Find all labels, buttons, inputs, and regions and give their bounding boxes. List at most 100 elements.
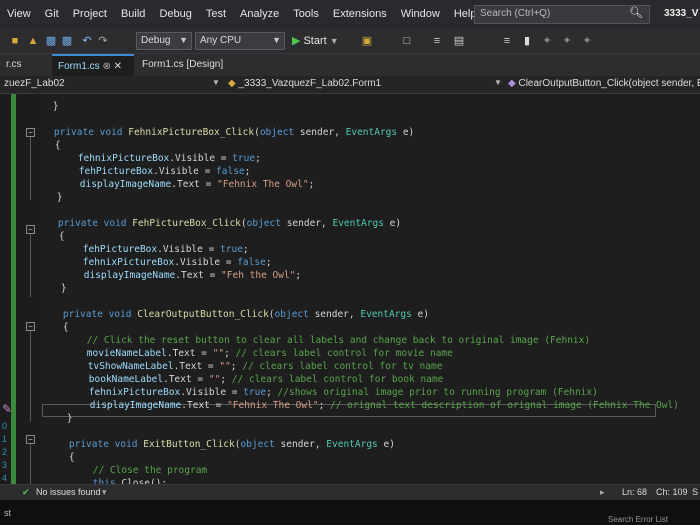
code-line[interactable]: displayImageName.Text = "Fehnix The Owl"… xyxy=(44,399,679,412)
issues-status[interactable]: No issues found xyxy=(36,487,101,497)
code-token: fehnixPictureBox xyxy=(37,257,175,268)
filter-icon[interactable]: ▾ xyxy=(102,487,107,498)
search-icon[interactable]: 🔍︎ xyxy=(624,6,648,23)
scroll-right-icon[interactable]: ▸ xyxy=(600,487,605,498)
code-token: private void xyxy=(40,309,138,320)
close-icon[interactable]: ✕ xyxy=(114,61,122,72)
code-line[interactable]: movieNameLabel.Text = ""; // clears labe… xyxy=(41,347,453,360)
menu-item-git[interactable]: Git xyxy=(38,8,66,20)
code-token: EventArgs xyxy=(332,218,384,229)
code-line[interactable]: { xyxy=(36,230,65,243)
clear-bookmarks-icon[interactable]: ✦ xyxy=(580,34,594,48)
code-line[interactable]: { xyxy=(40,321,69,334)
menu-item-analyze[interactable]: Analyze xyxy=(233,8,286,20)
tab-other-file[interactable]: r.cs xyxy=(0,54,28,76)
menu-item-view[interactable]: View xyxy=(0,8,38,20)
config-dropdown[interactable]: Debug ▼ xyxy=(136,32,192,50)
menu-item-test[interactable]: Test xyxy=(199,8,233,20)
code-token: .Visible = xyxy=(153,166,217,177)
play-icon: ▶ xyxy=(292,35,301,47)
member-dropdown[interactable]: ◆ ClearOutputButton_Click(object sender,… xyxy=(504,78,700,92)
menu-item-window[interactable]: Window xyxy=(394,8,447,20)
code-line[interactable]: this.Close(); xyxy=(47,477,167,484)
browser-icon[interactable]: ▣ xyxy=(360,34,374,48)
undo-icon[interactable]: ↶ xyxy=(80,34,94,48)
code-line[interactable]: } xyxy=(44,412,73,425)
code-line[interactable]: fehnixPictureBox.Visible = true; xyxy=(32,152,261,165)
code-line[interactable]: private void FehnixPictureBox_Click(obje… xyxy=(31,126,414,139)
collapse-icon[interactable]: − xyxy=(26,322,35,331)
comment-icon[interactable]: ≡ xyxy=(500,34,514,48)
prev-bookmark-icon[interactable]: ✦ xyxy=(540,34,554,48)
code-token: // Close the program xyxy=(47,465,208,476)
code-token: fehnixPictureBox xyxy=(43,387,181,398)
code-token: //shows original image prior to running … xyxy=(277,387,598,398)
error-list-search[interactable]: Search Error List xyxy=(608,515,668,524)
code-line[interactable]: tvShowNameLabel.Text = ""; // clears lab… xyxy=(42,360,443,373)
code-line[interactable]: fehnixPictureBox.Visible = false; xyxy=(37,256,272,269)
code-token: ExitButton_Click xyxy=(143,439,235,450)
code-line[interactable]: } xyxy=(38,282,67,295)
code-line[interactable]: } xyxy=(34,191,63,204)
collapse-icon[interactable]: − xyxy=(26,225,35,234)
code-token: .Visible = xyxy=(169,153,233,164)
chevron-down-icon: ▼ xyxy=(329,36,339,46)
chevron-down-icon: ▼ xyxy=(494,78,502,87)
menu-item-debug[interactable]: Debug xyxy=(152,8,198,20)
code-token: "Feh the Owl" xyxy=(221,270,296,281)
code-line[interactable]: { xyxy=(46,451,75,464)
menu-item-project[interactable]: Project xyxy=(66,8,114,20)
next-bookmark-icon[interactable]: ✦ xyxy=(560,34,574,48)
code-line[interactable]: // Click the reset button to clear all l… xyxy=(41,334,590,347)
code-token: fehPictureBox xyxy=(33,166,154,177)
menu-item-tools[interactable]: Tools xyxy=(286,8,326,20)
code-token: sender, xyxy=(280,218,333,229)
config-value: Debug xyxy=(141,35,171,46)
menu-item-build[interactable]: Build xyxy=(114,8,152,20)
class-dropdown[interactable]: ◆ _3333_VazquezF_Lab02.Form1 xyxy=(224,78,500,92)
code-line[interactable]: displayImageName.Text = "Feh the Owl"; xyxy=(38,269,301,282)
format-icon[interactable]: ≡ xyxy=(430,34,444,48)
tab-label: Form1.cs xyxy=(58,61,100,72)
diagnostic-icon[interactable]: □ xyxy=(400,34,414,48)
code-line[interactable]: private void FehPictureBox_Click(object … xyxy=(35,217,401,230)
code-line[interactable]: fehnixPictureBox.Visible = true; //shows… xyxy=(43,386,598,399)
redo-icon[interactable]: ↷ xyxy=(96,34,110,48)
line-number: 2 xyxy=(2,447,8,457)
save-icon[interactable]: ▩ xyxy=(44,34,58,48)
code-token: } xyxy=(38,283,67,294)
code-token: // clears label control for tv name xyxy=(242,361,443,372)
code-token: .Text = xyxy=(171,179,218,190)
code-line[interactable]: fehPictureBox.Visible = true; xyxy=(37,243,249,256)
platform-dropdown[interactable]: Any CPU ▼ xyxy=(195,32,285,50)
menu-item-extensions[interactable]: Extensions xyxy=(326,8,394,20)
code-token: e) xyxy=(411,309,429,320)
code-token: fehPictureBox xyxy=(37,244,158,255)
new-project-icon[interactable]: ■ xyxy=(8,34,22,48)
code-line[interactable]: bookNameLabel.Text = ""; // clears label… xyxy=(43,373,444,386)
code-line[interactable]: fehPictureBox.Visible = false; xyxy=(33,165,251,178)
tab-form1-design[interactable]: Form1.cs [Design] xyxy=(136,54,229,76)
status-bar: ✔ No issues found ▾ ▸ Ln: 68 Ch: 109 S xyxy=(0,484,700,500)
quick-action-icon[interactable]: ✎ xyxy=(2,402,12,416)
start-button[interactable]: ▶ Start ▼ xyxy=(292,34,339,47)
code-line[interactable]: private void ExitButton_Click(object sen… xyxy=(46,438,395,451)
code-token: object xyxy=(259,127,295,138)
open-folder-icon[interactable]: ▲ xyxy=(26,34,40,48)
code-token: sender, xyxy=(294,127,346,138)
class-name: _3333_VazquezF_Lab02.Form1 xyxy=(238,78,382,89)
code-line[interactable]: // Close the program xyxy=(47,464,207,477)
pin-icon[interactable]: ⊗ xyxy=(102,61,110,72)
code-editor[interactable]: − − − − ✎ 0 1 2 3 4 } private void Fehni… xyxy=(0,94,700,484)
bookmark-icon[interactable]: ▮ xyxy=(520,34,534,48)
code-line[interactable]: displayImageName.Text = "Fehnix The Owl"… xyxy=(34,178,315,191)
code-line[interactable]: private void ClearOutputButton_Click(obj… xyxy=(40,308,429,321)
tab-form1-cs[interactable]: Form1.cs ⊗ ✕ xyxy=(52,54,134,76)
align-icon[interactable]: ▤ xyxy=(452,34,466,48)
panel-label: st xyxy=(4,508,12,518)
project-dropdown[interactable]: zuezF_Lab02 xyxy=(0,78,220,92)
code-line[interactable]: { xyxy=(32,139,61,152)
save-all-icon[interactable]: ▩ xyxy=(60,34,74,48)
collapse-icon[interactable]: − xyxy=(26,435,35,444)
code-line[interactable]: } xyxy=(30,100,59,113)
